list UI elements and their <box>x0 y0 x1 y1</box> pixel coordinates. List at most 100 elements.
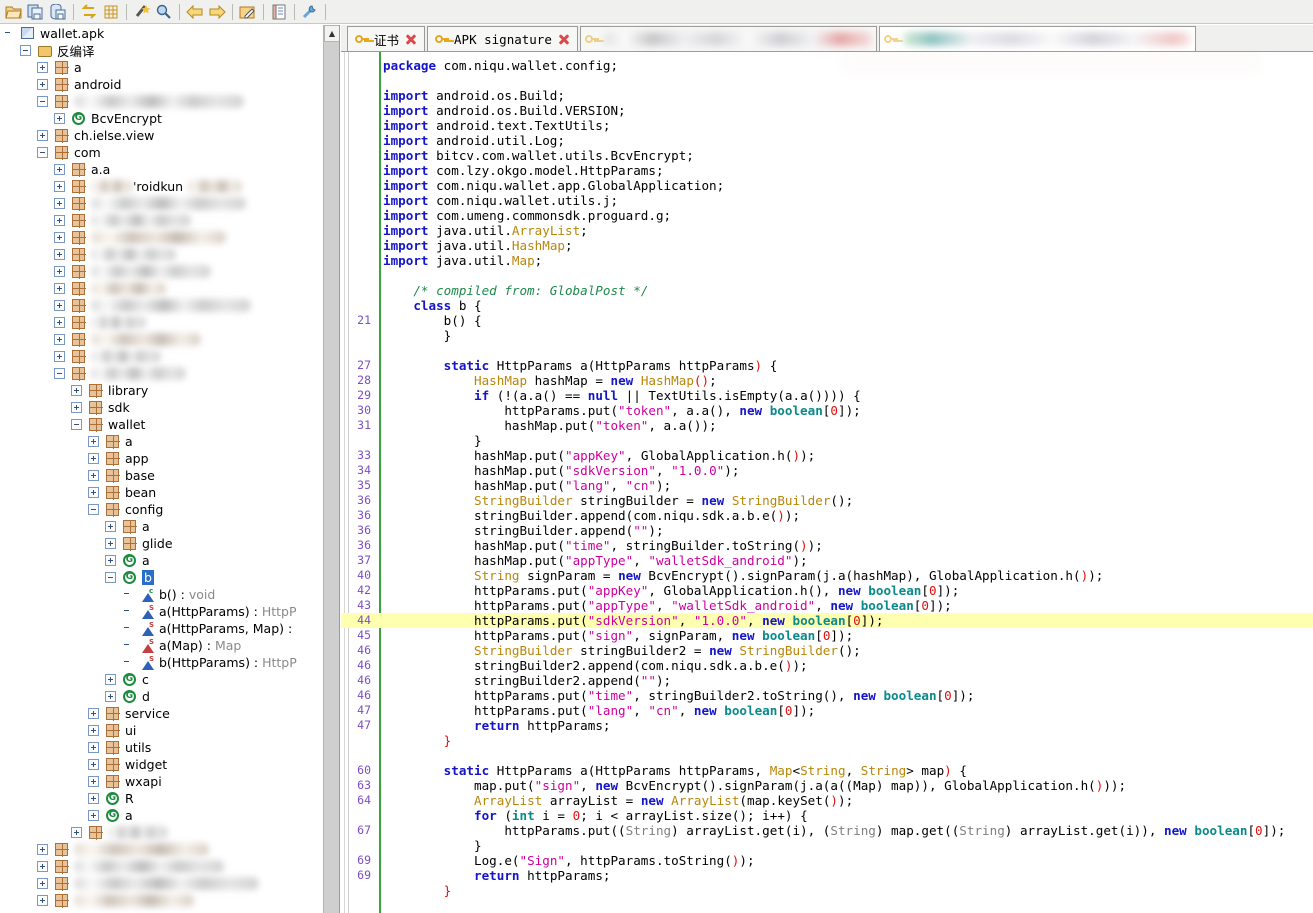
code-line[interactable]: 36 hashMap.put("time", stringBuilder.toS… <box>341 538 1313 553</box>
expand-icon[interactable] <box>88 453 99 464</box>
tree-node[interactable]: a <box>0 518 322 535</box>
code-line[interactable]: } <box>341 838 1313 853</box>
code-line[interactable]: 69 return httpParams; <box>341 868 1313 883</box>
code-line[interactable]: 27 static HttpParams a(HttpParams httpPa… <box>341 358 1313 373</box>
expand-icon[interactable] <box>88 470 99 481</box>
tree-node[interactable]: ch.ielse.view <box>0 127 322 144</box>
tree-node[interactable]: a.a <box>0 161 322 178</box>
code-line[interactable]: 29 if (!(a.a() == null || TextUtils.isEm… <box>341 388 1313 403</box>
tree-node[interactable]: Sa(HttpParams) : HttpP <box>0 603 322 620</box>
code-line[interactable]: 31 hashMap.put("token", a.a()); <box>341 418 1313 433</box>
code-line[interactable]: 40 String signParam = new BcvEncrypt().s… <box>341 568 1313 583</box>
expand-icon[interactable] <box>71 402 82 413</box>
tree-node[interactable]: Ga <box>0 552 322 569</box>
tree-node[interactable] <box>0 875 322 892</box>
tree-node[interactable] <box>0 824 322 841</box>
expand-icon[interactable] <box>54 249 65 260</box>
code-line[interactable]: 36 StringBuilder stringBuilder = new Str… <box>341 493 1313 508</box>
tree-node[interactable]: glide <box>0 535 322 552</box>
expand-icon[interactable] <box>37 79 48 90</box>
tree-node[interactable] <box>0 365 322 382</box>
tree-node[interactable] <box>0 314 322 331</box>
code-line[interactable]: 63 map.put("sign", new BcvEncrypt().sign… <box>341 778 1313 793</box>
code-line[interactable]: import com.lzy.okgo.model.HttpParams; <box>341 163 1313 178</box>
open-file-icon[interactable] <box>3 1 25 23</box>
expand-icon[interactable] <box>105 521 116 532</box>
code-line[interactable]: import java.util.ArrayList; <box>341 223 1313 238</box>
expand-icon[interactable] <box>88 759 99 770</box>
expand-icon[interactable] <box>105 538 116 549</box>
code-line[interactable]: package com.niqu.wallet.config; <box>341 58 1313 73</box>
collapse-icon[interactable] <box>88 504 99 515</box>
tree-node[interactable]: android <box>0 76 322 93</box>
tree-node[interactable]: Sa(Map) : Map <box>0 637 322 654</box>
tree-node[interactable]: Gd <box>0 688 322 705</box>
code-line[interactable]: 45 httpParams.put("sign", signParam, new… <box>341 628 1313 643</box>
code-line[interactable]: } <box>341 733 1313 748</box>
tree-node[interactable]: c b() : void <box>0 586 322 603</box>
collapse-icon[interactable] <box>37 147 48 158</box>
tree-node[interactable]: config <box>0 501 322 518</box>
tree-node[interactable]: sdk <box>0 399 322 416</box>
code-line[interactable]: import android.os.Build.VERSION; <box>341 103 1313 118</box>
expand-icon[interactable] <box>54 351 65 362</box>
notes-icon[interactable] <box>268 1 290 23</box>
expand-icon[interactable] <box>105 674 116 685</box>
tree-node[interactable]: 反编译 <box>0 42 322 59</box>
code-editor[interactable]: package com.niqu.wallet.config; import an… <box>341 52 1313 913</box>
code-line[interactable]: /* compiled from: GlobalPost */ <box>341 283 1313 298</box>
code-line[interactable]: import android.os.Build; <box>341 88 1313 103</box>
tree-node[interactable]: wallet <box>0 416 322 433</box>
tree-node[interactable]: Sb(HttpParams) : HttpP <box>0 654 322 671</box>
tree-node[interactable] <box>0 246 322 263</box>
tree-node[interactable]: library <box>0 382 322 399</box>
tree-node[interactable]: ui <box>0 722 322 739</box>
tree-node[interactable]: service <box>0 705 322 722</box>
expand-icon[interactable] <box>54 198 65 209</box>
tree-node[interactable]: app <box>0 450 322 467</box>
code-line[interactable]: 34 hashMap.put("sdkVersion", "1.0.0"); <box>341 463 1313 478</box>
expand-icon[interactable] <box>37 130 48 141</box>
code-line[interactable]: import com.niqu.wallet.utils.j; <box>341 193 1313 208</box>
code-line[interactable] <box>341 748 1313 763</box>
tree-node[interactable]: a <box>0 59 322 76</box>
expand-icon[interactable] <box>54 113 65 124</box>
collapse-icon[interactable] <box>54 368 65 379</box>
expand-icon[interactable] <box>54 283 65 294</box>
expand-icon[interactable] <box>88 487 99 498</box>
expand-icon[interactable] <box>37 861 48 872</box>
code-line[interactable]: 69 Log.e("Sign", httpParams.toString()); <box>341 853 1313 868</box>
collapse-icon[interactable] <box>71 419 82 430</box>
expand-icon[interactable] <box>88 793 99 804</box>
tree-node[interactable]: com <box>0 144 322 161</box>
code-line[interactable] <box>341 73 1313 88</box>
code-line[interactable]: 21 b() { <box>341 313 1313 328</box>
tree-node[interactable]: G BcvEncrypt <box>0 110 322 127</box>
expand-icon[interactable] <box>88 810 99 821</box>
save-icon[interactable] <box>47 1 69 23</box>
code-line[interactable]: import java.util.Map; <box>341 253 1313 268</box>
tree-node[interactable]: 'roidkun <box>0 178 322 195</box>
code-line[interactable]: import bitcv.com.wallet.utils.BcvEncrypt… <box>341 148 1313 163</box>
code-line[interactable]: 67 httpParams.put((String) arrayList.get… <box>341 823 1313 838</box>
settings-wrench-icon[interactable] <box>299 1 321 23</box>
editor-tab[interactable] <box>878 26 1196 51</box>
tree-node[interactable]: a <box>0 433 322 450</box>
code-line[interactable]: 64 ArrayList arrayList = new ArrayList(m… <box>341 793 1313 808</box>
expand-icon[interactable] <box>88 725 99 736</box>
expand-icon[interactable] <box>71 827 82 838</box>
tree-node[interactable] <box>0 229 322 246</box>
editor-tab[interactable] <box>579 26 877 51</box>
editor-tab[interactable]: 证书 <box>347 26 426 51</box>
expand-icon[interactable] <box>105 691 116 702</box>
code-line[interactable]: } <box>341 883 1313 898</box>
tree-node[interactable]: Gc <box>0 671 322 688</box>
expand-icon[interactable] <box>88 776 99 787</box>
tree-node[interactable]: Gb <box>0 569 322 586</box>
tree-node[interactable]: Ga <box>0 807 322 824</box>
tree-node[interactable]: widget <box>0 756 322 773</box>
tree-node[interactable]: base <box>0 467 322 484</box>
expand-icon[interactable] <box>54 266 65 277</box>
code-line[interactable]: } <box>341 433 1313 448</box>
expand-icon[interactable] <box>54 215 65 226</box>
